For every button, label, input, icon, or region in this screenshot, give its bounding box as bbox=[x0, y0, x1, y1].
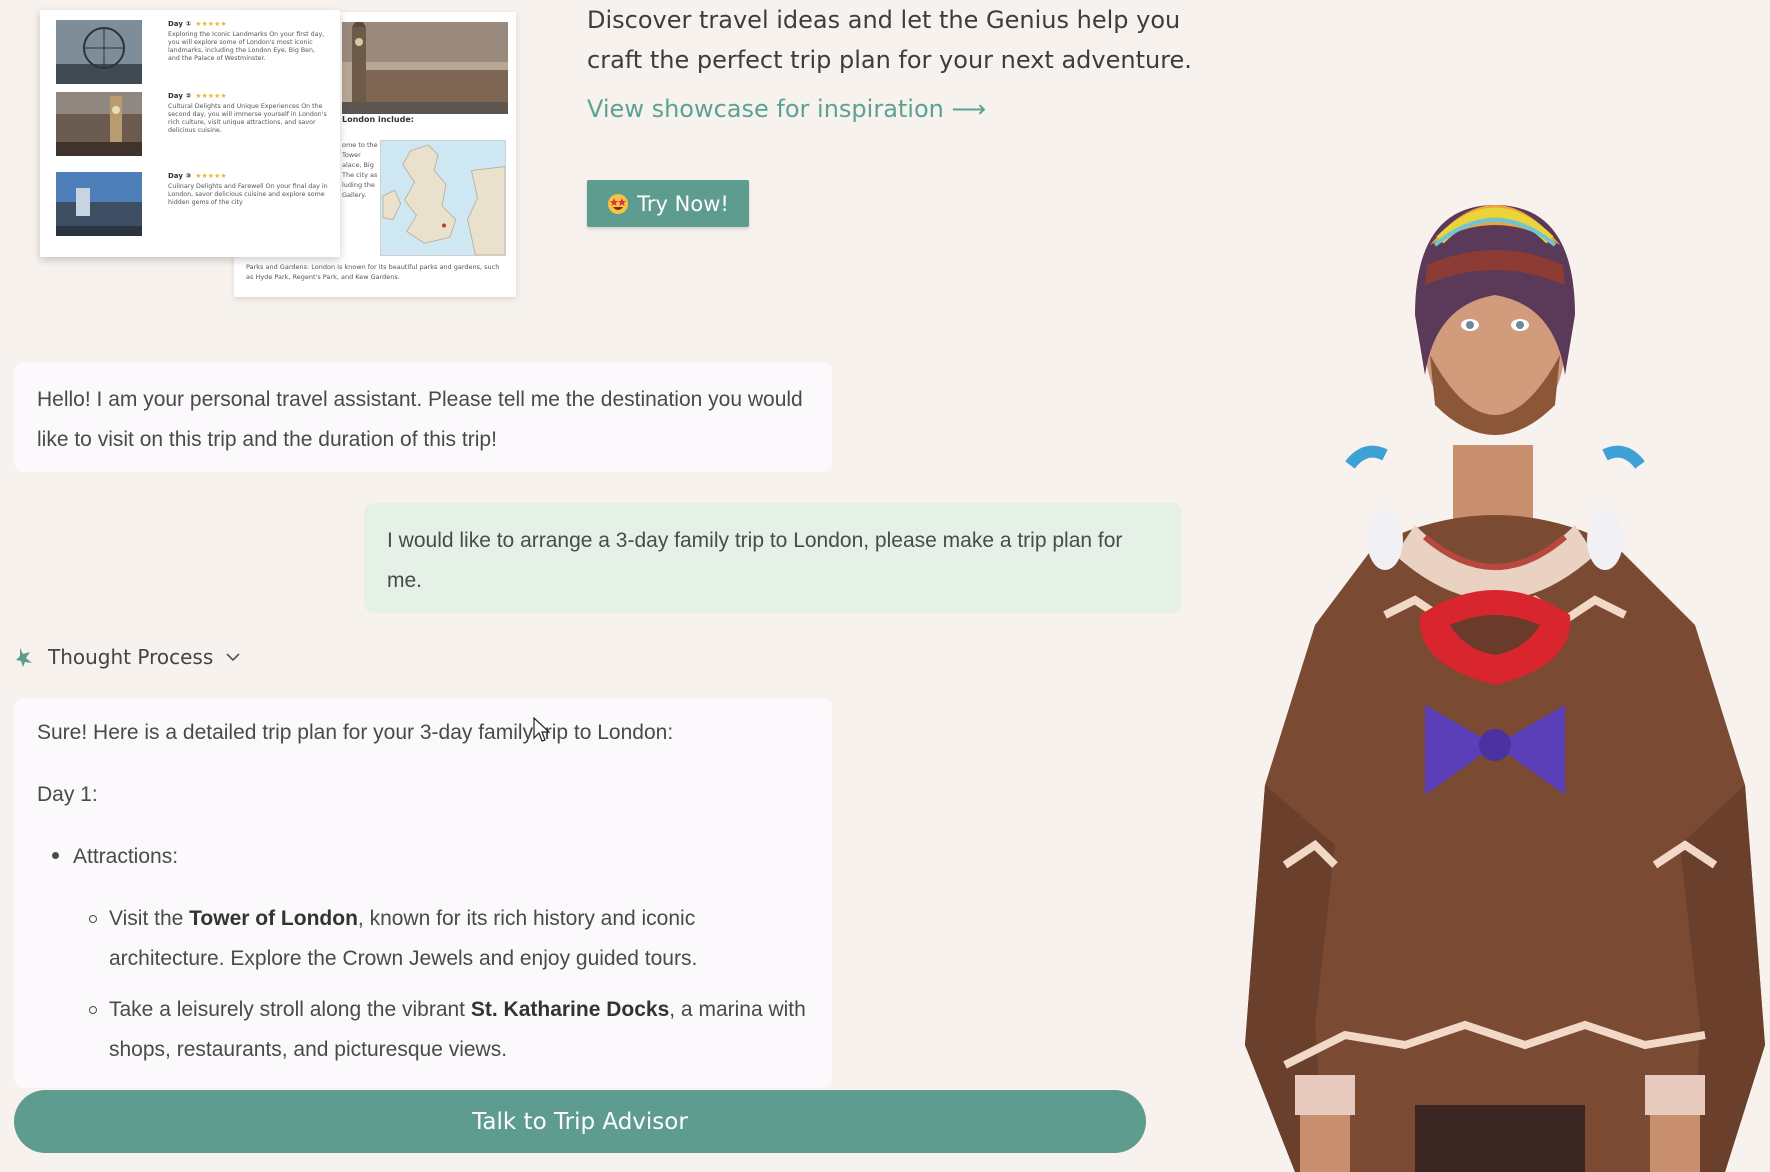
attractions-label: Attractions: bbox=[73, 845, 179, 868]
view-showcase-link[interactable]: View showcase for inspiration ⟶ bbox=[587, 95, 986, 123]
talk-to-trip-advisor-button[interactable]: Talk to Trip Advisor bbox=[14, 1090, 1146, 1153]
list-item: Take a leisurely stroll along the vibran… bbox=[89, 990, 809, 1070]
day-description: Exploring the Iconic Landmarks On your f… bbox=[168, 31, 325, 62]
day-row: Day ① ★★★★★ Exploring the Iconic Landmark… bbox=[56, 20, 326, 90]
list-item: Visit the Tower of London, known for its… bbox=[89, 899, 809, 979]
back-footer: Parks and Gardens: London is known for i… bbox=[246, 263, 500, 281]
3d-avatar-gingerbread-sweater bbox=[1245, 205, 1765, 1172]
day-description: Cultural Delights and Unique Experiences… bbox=[168, 103, 327, 134]
sparkle-icon bbox=[16, 648, 32, 667]
thought-process-toggle[interactable]: Thought Process bbox=[14, 645, 241, 669]
bullet-circle bbox=[89, 1006, 97, 1014]
big-ben-photo bbox=[56, 92, 142, 156]
attractions-heading: Attractions: bbox=[52, 837, 809, 877]
back-snippet: ome to the Tower alace, Big The city as … bbox=[342, 141, 378, 199]
assistant-answer: Sure! Here is a detailed trip plan for y… bbox=[14, 698, 832, 1088]
intro-text: Discover travel ideas and let the Genius… bbox=[587, 6, 1192, 74]
chevron-down-icon bbox=[226, 653, 240, 662]
bullet-disc bbox=[52, 852, 59, 859]
day-label: Day 1: bbox=[37, 783, 98, 806]
london-eye-photo bbox=[56, 20, 142, 84]
list-item-text: Take a leisurely stroll along the vibran… bbox=[109, 998, 806, 1061]
user-message: I would like to arrange a 3-day family t… bbox=[364, 503, 1182, 613]
thought-process-label: Thought Process bbox=[48, 645, 214, 669]
try-now-label: Try Now! bbox=[637, 191, 729, 216]
answer-intro: Sure! Here is a detailed trip plan for y… bbox=[37, 721, 674, 744]
try-now-button[interactable]: Try Now! bbox=[587, 180, 749, 227]
trip-plan-page-front: Day ① ★★★★★ Exploring the Iconic Landmark… bbox=[40, 10, 340, 257]
bullet-circle bbox=[89, 915, 97, 923]
day-row: Day ② ★★★★★ Cultural Delights and Unique … bbox=[56, 92, 327, 162]
day-description: Culinary Delights and Farewell On your f… bbox=[168, 183, 328, 206]
day-title: Day ① ★★★★★ bbox=[168, 20, 227, 28]
assistant-message: Hello! I am your personal travel assista… bbox=[14, 362, 832, 472]
star-eyes-emoji-icon bbox=[608, 193, 629, 214]
day-title: Day ② ★★★★★ bbox=[168, 92, 227, 100]
day-title: Day ③ ★★★★★ bbox=[168, 172, 227, 180]
list-item-text: Visit the Tower of London, known for its… bbox=[109, 907, 698, 970]
mouse-cursor-icon bbox=[533, 717, 551, 742]
back-heading: London include: bbox=[342, 115, 414, 124]
showcase-preview: London include: ome to the Tower alace, … bbox=[36, 0, 520, 300]
day-row: Day ③ ★★★★★ Culinary Delights and Farewel… bbox=[56, 172, 328, 242]
london-parliament-photo bbox=[342, 22, 508, 114]
uk-map-image bbox=[380, 140, 506, 256]
london-street-photo bbox=[56, 172, 142, 236]
